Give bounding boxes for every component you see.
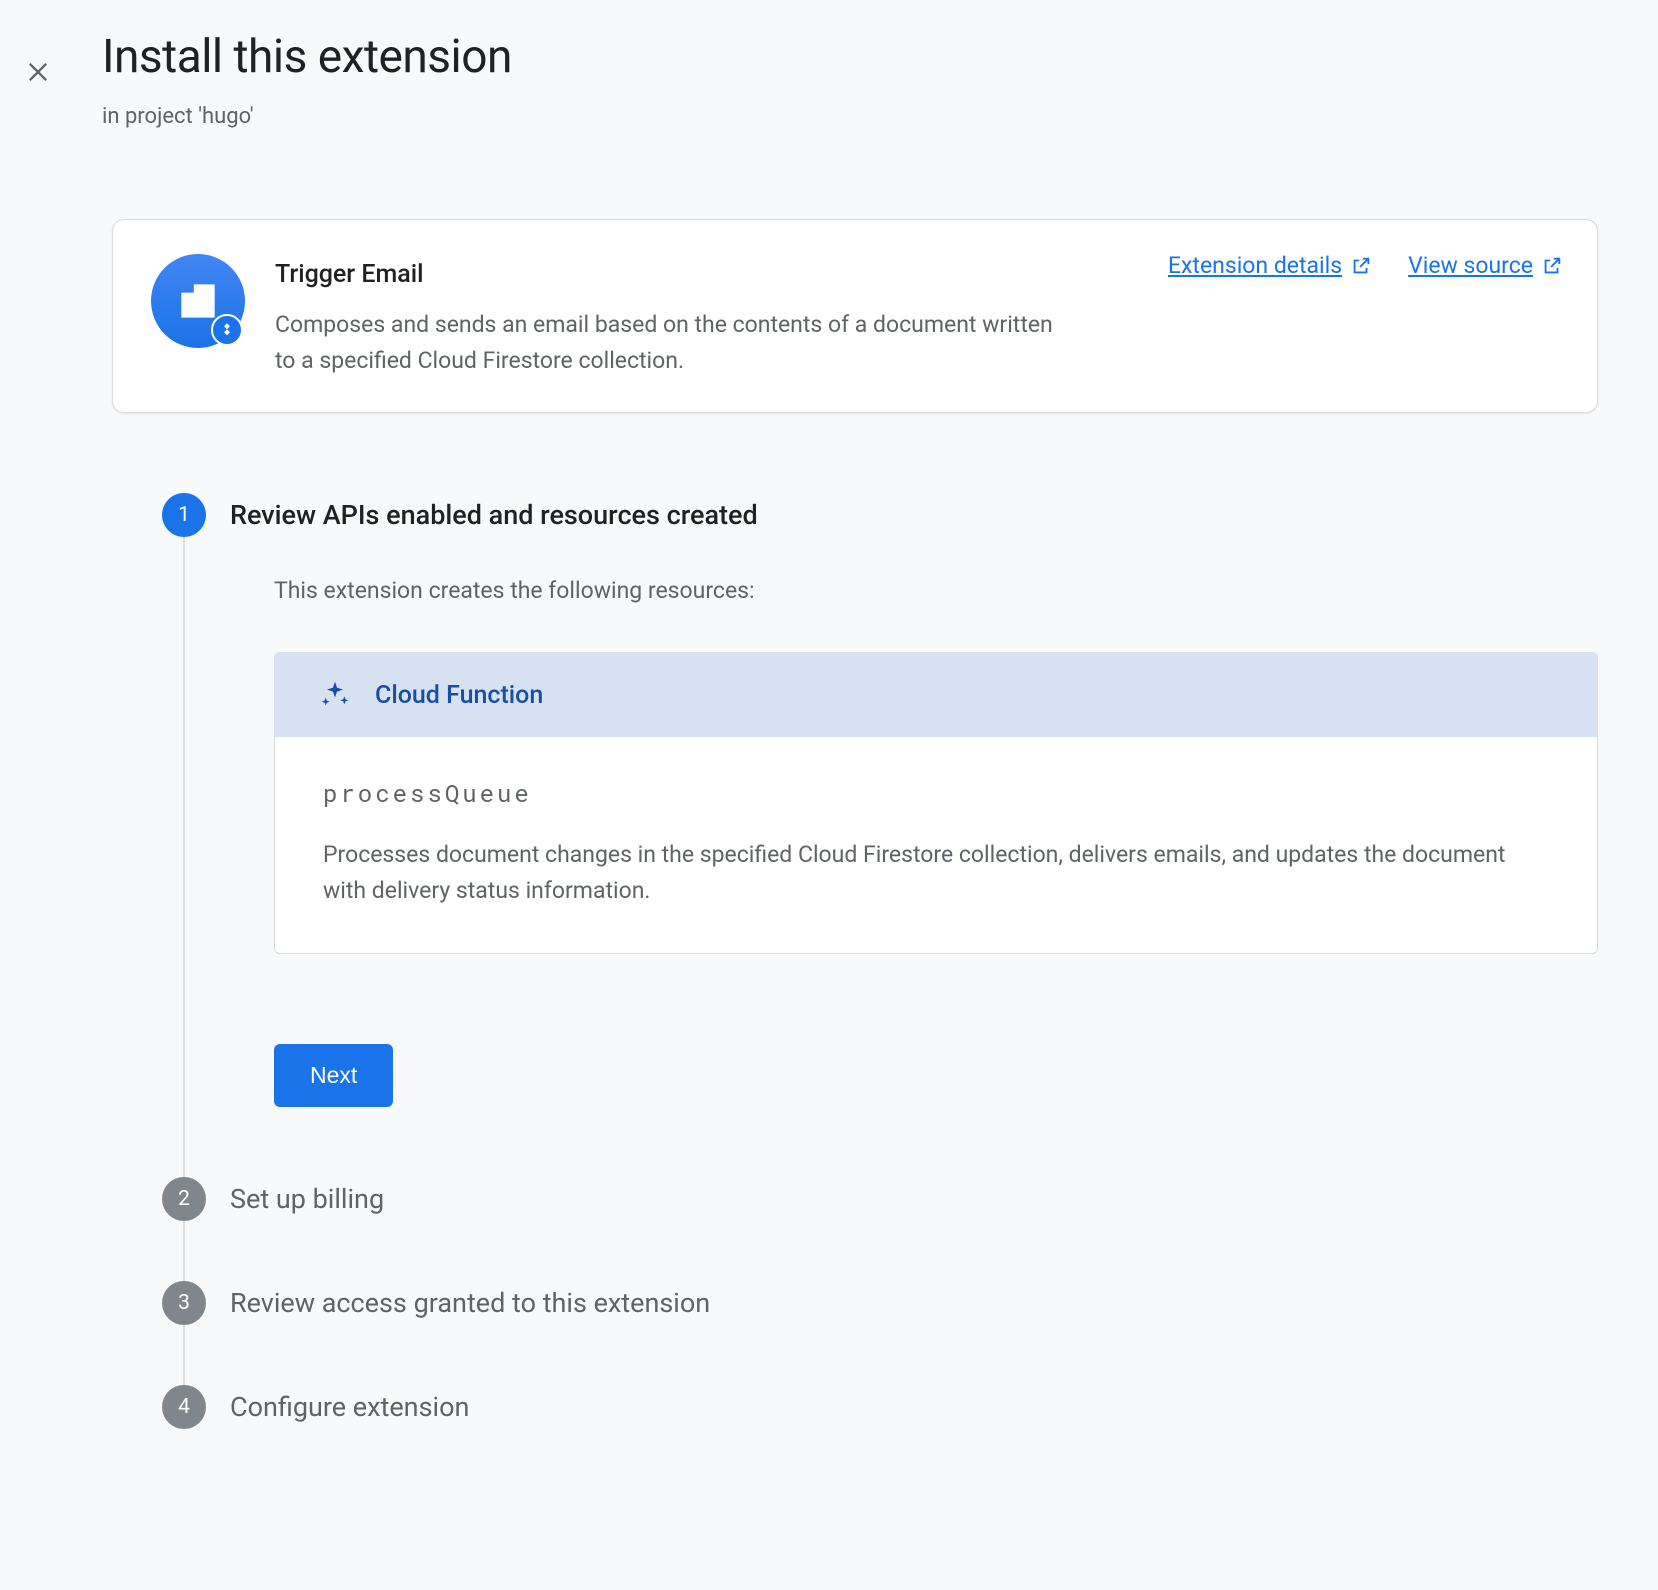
next-button[interactable]: Next [274,1044,393,1107]
page-subtitle: in project 'hugo' [102,104,512,129]
step-1: 1 Review APIs enabled and resources crea… [162,493,1598,1176]
step-label: Review APIs enabled and resources create… [230,493,1598,537]
resource-card-header: Cloud Function [275,653,1597,737]
step-4[interactable]: 4 Configure extension [162,1385,1598,1429]
open-external-icon [1541,255,1563,277]
function-description: Processes document changes in the specif… [323,837,1549,908]
step-2[interactable]: 2 Set up billing [162,1177,1598,1221]
resource-card: Cloud Function processQueue Processes do… [274,652,1598,953]
step-label: Set up billing [230,1177,384,1221]
resource-title: Cloud Function [375,681,543,710]
extension-icon [151,254,245,348]
open-external-icon [1350,255,1372,277]
extension-details-link[interactable]: Extension details [1168,252,1372,279]
step-label: Configure extension [230,1385,469,1429]
step-number-badge: 2 [162,1177,206,1221]
link-label: View source [1408,252,1533,279]
extension-summary-card: Trigger Email Composes and sends an emai… [112,219,1598,413]
close-icon [24,58,52,86]
function-name: processQueue [323,777,1549,809]
install-stepper: 1 Review APIs enabled and resources crea… [162,493,1598,1428]
step-label: Review access granted to this extension [230,1281,710,1325]
link-label: Extension details [1168,252,1342,279]
step-number-badge: 3 [162,1281,206,1325]
view-source-link[interactable]: View source [1408,252,1563,279]
step-intro: This extension creates the following res… [274,577,1598,604]
sparkle-icon [319,679,351,711]
extension-name: Trigger Email [275,260,1065,289]
step-number-badge: 4 [162,1385,206,1429]
page-title: Install this extension [102,30,512,84]
step-number-badge: 1 [162,493,206,537]
step-3[interactable]: 3 Review access granted to this extensio… [162,1281,1598,1325]
extension-description: Composes and sends an email based on the… [275,307,1065,378]
close-button[interactable] [14,48,62,96]
firebase-badge-icon [211,314,243,346]
